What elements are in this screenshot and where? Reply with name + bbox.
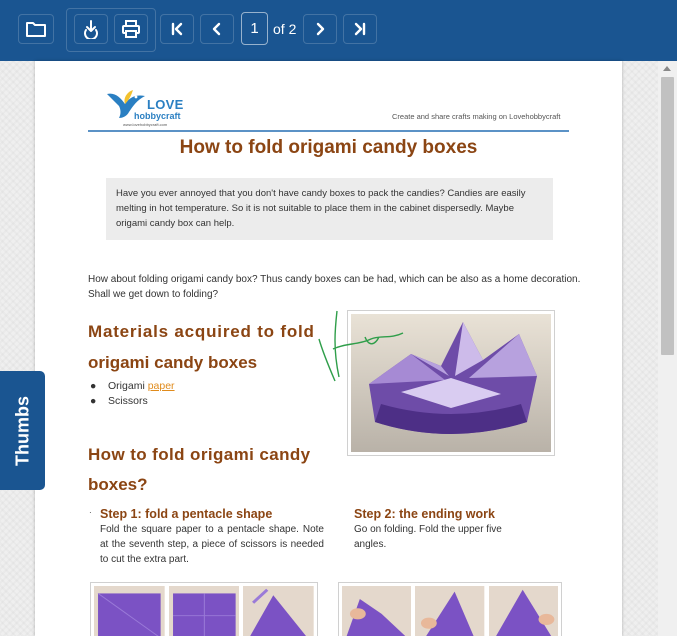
- scroll-up-arrow-icon[interactable]: [663, 66, 671, 71]
- step1-photo-strip: [90, 582, 318, 636]
- step1-title: Step 1: fold a pentacle shape: [100, 507, 273, 521]
- last-page-icon: [354, 22, 366, 36]
- step-photo: [415, 586, 485, 636]
- last-page-button[interactable]: [343, 14, 377, 44]
- material-item-paper: ● Origami paper: [90, 380, 175, 392]
- page-number-input[interactable]: [241, 12, 268, 45]
- how-to-heading-line2: boxes?: [88, 475, 148, 494]
- download-button[interactable]: [74, 14, 108, 44]
- paper-link[interactable]: paper: [148, 380, 175, 392]
- document-page: LOVE hobbycraft www.lovehobbycraft.com C…: [35, 61, 622, 636]
- thumbs-panel-tab[interactable]: Thumbs: [0, 371, 45, 490]
- step-photo: [342, 586, 412, 636]
- step1-text: Fold the square paper to a pentacle shap…: [100, 524, 324, 565]
- materials-heading-line2: origami candy boxes: [88, 353, 258, 372]
- intro-box: Have you ever annoyed that you don't hav…: [106, 178, 553, 240]
- material-item-label: Scissors: [108, 395, 148, 407]
- how-to-heading-line1: How to fold origami candy: [88, 445, 311, 464]
- logo-love-text: LOVE: [147, 97, 184, 112]
- scrollbar-thumb[interactable]: [661, 77, 674, 355]
- materials-heading-line1: Materials acquired to fold: [88, 322, 315, 341]
- document-viewer[interactable]: LOVE hobbycraft www.lovehobbycraft.com C…: [0, 61, 677, 636]
- step-photo: [94, 586, 165, 636]
- step2-text: Go on folding. Fold the upper five angle…: [354, 524, 502, 550]
- previous-page-icon: [212, 22, 221, 36]
- thumbs-tab-label: Thumbs: [12, 395, 32, 466]
- folder-icon: [26, 22, 46, 37]
- print-icon: [122, 20, 140, 38]
- first-page-button[interactable]: [160, 14, 194, 44]
- previous-page-button[interactable]: [200, 14, 234, 44]
- open-file-button[interactable]: [18, 14, 54, 44]
- step-photo: [488, 586, 558, 636]
- logo-url-text: www.lovehobbycraft.com: [123, 122, 168, 127]
- material-item-scissors: ● Scissors: [90, 395, 148, 407]
- bullet-icon: ●: [90, 395, 97, 407]
- first-page-icon: [171, 22, 183, 36]
- download-icon: [84, 20, 98, 39]
- step2-title: Step 2: the ending work: [354, 507, 495, 521]
- step-photo: [243, 586, 315, 636]
- toolbar: of 2: [0, 0, 677, 61]
- next-page-icon: [316, 22, 325, 36]
- step2-photo-strip: [338, 582, 562, 636]
- page-count-label: of 2: [273, 21, 297, 37]
- intro-paragraph: How about folding origami candy box? Thu…: [88, 274, 581, 300]
- material-item-label: Origami: [108, 380, 148, 392]
- document-title: How to fold origami candy boxes: [179, 137, 478, 158]
- list-dot: ·: [89, 508, 92, 517]
- header-tagline: Create and share crafts making on Loveho…: [392, 112, 561, 121]
- next-page-button[interactable]: [303, 14, 337, 44]
- vertical-scrollbar[interactable]: [658, 61, 677, 636]
- bullet-icon: ●: [90, 380, 97, 392]
- logo-hobbycraft-text: hobbycraft: [134, 111, 181, 121]
- step-photo: [168, 586, 240, 636]
- print-button[interactable]: [114, 14, 148, 44]
- green-annotation-scribble: [318, 310, 404, 382]
- header-divider: [88, 130, 569, 132]
